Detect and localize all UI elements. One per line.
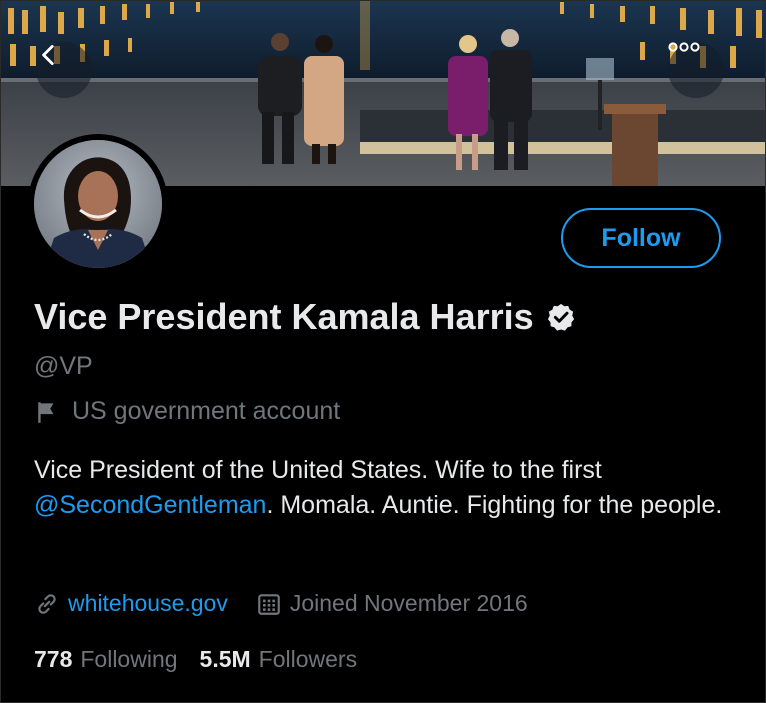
profile-meta-row: whitehouse.gov Joined November 2016 xyxy=(34,590,528,617)
profile-handle: @VP xyxy=(34,352,93,380)
arrow-left-icon xyxy=(42,44,54,66)
avatar-image xyxy=(34,140,162,268)
avatar[interactable] xyxy=(28,134,168,274)
followers-label: Followers xyxy=(258,646,358,672)
more-horizontal-icon xyxy=(668,42,700,52)
account-label: US government account xyxy=(72,397,341,425)
profile-bio: Vice President of the United States. Wif… xyxy=(34,453,734,523)
following-count: 778 xyxy=(34,646,73,672)
back-button[interactable] xyxy=(36,42,92,98)
verified-badge-icon xyxy=(547,303,574,331)
profile-name: Vice President Kamala Harris xyxy=(34,296,534,337)
profile-name-row: Vice President Kamala Harris xyxy=(34,296,576,338)
followers-count: 5.5M xyxy=(199,646,251,672)
following-stat[interactable]: 778 Following xyxy=(34,646,178,673)
account-label-row: US government account xyxy=(34,397,340,426)
joined-date: Joined November 2016 xyxy=(289,590,528,616)
bio-text-end: . Momala. Auntie. Fighting for the peopl… xyxy=(266,491,723,519)
followers-stat[interactable]: 5.5M Followers xyxy=(200,646,358,673)
follow-button[interactable]: Follow xyxy=(561,208,721,268)
link-icon xyxy=(38,593,56,614)
following-label: Following xyxy=(80,646,178,672)
more-button[interactable] xyxy=(668,42,724,98)
bio-text-start: Vice President of the United States. Wif… xyxy=(34,456,602,484)
website-link[interactable]: whitehouse.gov xyxy=(68,590,228,617)
flag-icon xyxy=(38,401,54,423)
profile-stats-row: 778 Following 5.5M Followers xyxy=(34,646,379,673)
calendar-icon xyxy=(258,593,280,615)
bio-mention-link[interactable]: @SecondGentleman xyxy=(34,491,266,519)
